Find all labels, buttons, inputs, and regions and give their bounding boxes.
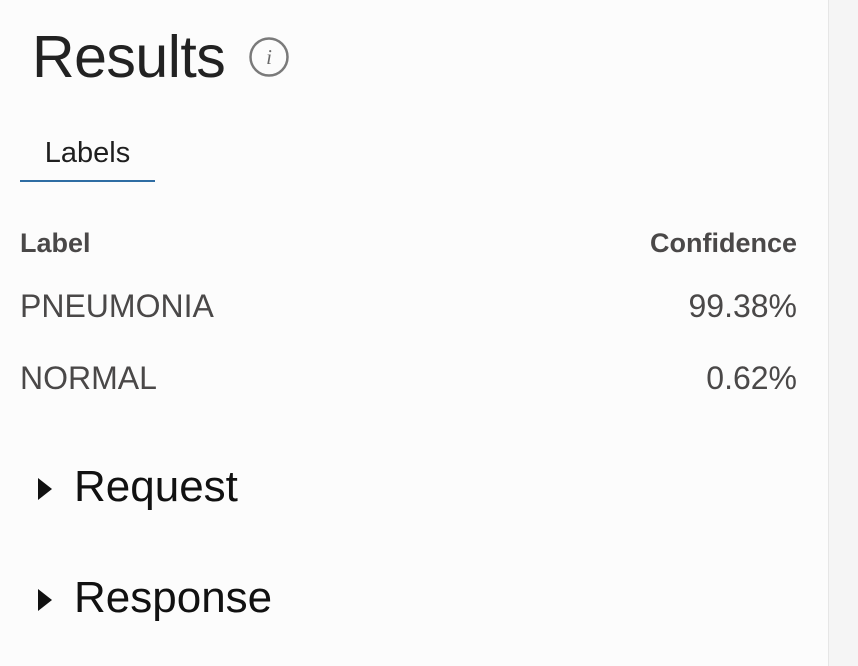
table-row: NORMAL 0.62% (20, 342, 797, 414)
response-disclosure[interactable]: Response (38, 570, 272, 626)
chevron-right-icon (38, 589, 52, 611)
table-header-label: Label (20, 227, 91, 258)
results-header: Results i (32, 22, 289, 92)
table-header-row: Label Confidence (20, 216, 797, 270)
confidence-cell: 99.38% (688, 287, 797, 324)
results-tabs: Labels (20, 126, 155, 184)
tab-labels[interactable]: Labels (20, 126, 155, 182)
request-disclosure[interactable]: Request (38, 459, 238, 515)
label-cell: NORMAL (20, 359, 157, 396)
response-label: Response (74, 573, 273, 622)
table-header-confidence: Confidence (649, 227, 797, 258)
info-icon-svg: i (249, 37, 289, 77)
request-label: Request (74, 462, 238, 511)
svg-text:i: i (266, 45, 272, 69)
page-title: Results (32, 24, 226, 90)
confidence-cell: 0.62% (706, 359, 797, 396)
label-cell: PNEUMONIA (20, 287, 214, 324)
table-row: PNEUMONIA 99.38% (20, 270, 797, 342)
chevron-right-icon (38, 478, 52, 500)
results-panel: Results i Labels Label Confidence PNEUMO… (0, 0, 828, 666)
info-icon[interactable]: i (249, 37, 289, 77)
right-rail (828, 0, 858, 666)
labels-table: Label Confidence PNEUMONIA 99.38% NORMAL… (20, 216, 797, 414)
